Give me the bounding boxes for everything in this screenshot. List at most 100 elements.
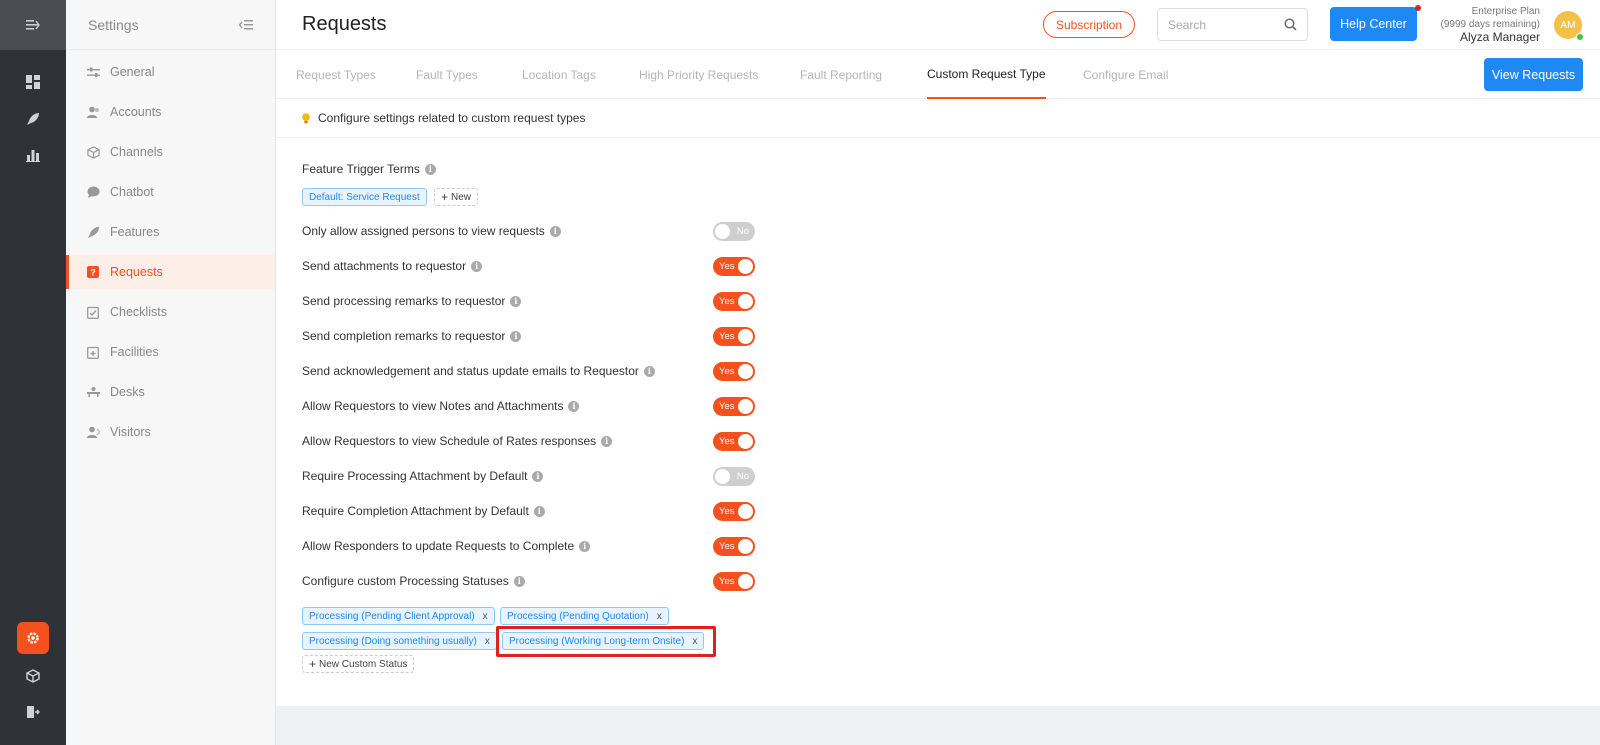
remove-status-icon[interactable]: x: [485, 636, 490, 647]
setting-label: Configure custom Processing Statuses i: [302, 574, 525, 588]
tab-configure-email[interactable]: Configure Email: [1083, 50, 1168, 99]
search-input[interactable]: Search: [1157, 8, 1308, 41]
info-icon[interactable]: i: [424, 163, 436, 175]
info-icon[interactable]: i: [510, 295, 522, 307]
tab-high-priority-requests[interactable]: High Priority Requests: [639, 50, 758, 99]
tab-custom-request-type[interactable]: Custom Request Type: [927, 50, 1046, 99]
tab-fault-reporting[interactable]: Fault Reporting: [800, 50, 882, 99]
toggle-state: No: [736, 226, 749, 237]
sidebar-item-general[interactable]: General: [66, 55, 275, 89]
dashboard-icon[interactable]: [21, 70, 45, 94]
logout-icon[interactable]: [21, 700, 45, 724]
analytics-icon[interactable]: [21, 143, 45, 167]
remove-status-icon[interactable]: x: [483, 611, 488, 622]
tab-request-types[interactable]: Request Types: [296, 50, 376, 99]
trigger-term-chip[interactable]: Default: Service Request: [302, 188, 427, 206]
sidebar-item-channels[interactable]: Channels: [66, 135, 275, 169]
sidebar-item-label: General: [110, 65, 155, 79]
sidebar-item-checklists[interactable]: Checklists: [66, 295, 275, 329]
user-name[interactable]: Alyza Manager: [1441, 31, 1540, 44]
info-icon[interactable]: i: [568, 400, 580, 412]
tab-fault-types[interactable]: Fault Types: [416, 50, 478, 99]
sidebar-item-label: Chatbot: [110, 185, 154, 199]
sidebar-item-chatbot[interactable]: Chatbot: [66, 175, 275, 209]
status-chip-label: Processing (Pending Quotation): [507, 610, 649, 622]
footer-band: [276, 706, 1600, 745]
toggle-switch[interactable]: Yes: [713, 292, 755, 311]
desk-icon: [86, 385, 100, 399]
search-icon[interactable]: [1284, 18, 1297, 31]
cube-icon[interactable]: [21, 664, 45, 688]
status-chip[interactable]: Processing (Pending Quotation) x: [500, 607, 669, 625]
info-icon[interactable]: i: [579, 540, 591, 552]
setting-text: Send acknowledgement and status update e…: [302, 364, 639, 378]
remove-status-icon[interactable]: x: [657, 611, 662, 622]
info-icon[interactable]: i: [532, 470, 544, 482]
sidebar-item-features[interactable]: Features: [66, 215, 275, 249]
collapse-sidebar-icon[interactable]: [239, 19, 253, 31]
view-requests-button[interactable]: View Requests: [1484, 58, 1583, 91]
visitor-icon: [86, 425, 100, 439]
info-icon[interactable]: i: [601, 435, 613, 447]
toggle-switch[interactable]: Yes: [713, 327, 755, 346]
sidebar-item-accounts[interactable]: Accounts: [66, 95, 275, 129]
subscription-button[interactable]: Subscription: [1043, 11, 1135, 38]
sidebar-item-requests[interactable]: ? Requests: [66, 255, 275, 289]
info-icon[interactable]: i: [471, 260, 483, 272]
toggle-switch[interactable]: No: [713, 222, 755, 241]
setting-label: Only allow assigned persons to view requ…: [302, 224, 561, 238]
sidebar-item-visitors[interactable]: Visitors: [66, 415, 275, 449]
new-custom-status-button[interactable]: + New Custom Status: [302, 655, 415, 673]
toggle-state: Yes: [719, 296, 735, 307]
toggle-switch[interactable]: Yes: [713, 572, 755, 591]
setting-text: Allow Responders to update Requests to C…: [302, 539, 575, 553]
setting-label: Require Processing Attachment by Default…: [302, 469, 544, 483]
sidebar-item-label: Visitors: [110, 425, 151, 439]
plan-name: Enterprise Plan: [1471, 6, 1540, 17]
sidebar-item-label: Accounts: [110, 105, 162, 119]
setting-text: Allow Requestors to view Schedule of Rat…: [302, 434, 597, 448]
toggle-knob: [738, 434, 753, 449]
toggle-knob: [715, 224, 730, 239]
toggle-knob: [738, 364, 753, 379]
help-center-button[interactable]: Help Center: [1330, 7, 1417, 41]
info-icon[interactable]: i: [510, 330, 522, 342]
toggle-switch[interactable]: Yes: [713, 362, 755, 381]
toggle-switch[interactable]: No: [713, 467, 755, 486]
sidebar-item-label: Features: [110, 225, 160, 239]
toggle-switch[interactable]: Yes: [713, 537, 755, 556]
svg-text:?: ?: [90, 268, 96, 278]
info-icon[interactable]: i: [643, 365, 655, 377]
plus-icon: +: [441, 190, 449, 204]
toggle-switch[interactable]: Yes: [713, 502, 755, 521]
setting-label: Allow Requestors to view Notes and Attac…: [302, 399, 580, 413]
sidebar-item-label: Requests: [110, 265, 163, 279]
settings-button[interactable]: [17, 622, 49, 654]
sidebar-title: Settings: [88, 16, 139, 33]
info-icon[interactable]: i: [533, 505, 545, 517]
rocket-icon[interactable]: [21, 107, 45, 131]
setting-label: Require Completion Attachment by Default…: [302, 504, 545, 518]
settings-sidebar: Settings General Accounts Channels Chatb…: [66, 0, 276, 745]
toggle-knob: [738, 399, 753, 414]
status-chip[interactable]: Processing (Pending Client Approval) x: [302, 607, 495, 625]
page-title: Requests: [302, 13, 387, 35]
users-icon: [86, 105, 100, 119]
sliders-icon: [86, 65, 100, 79]
info-icon[interactable]: i: [549, 225, 561, 237]
toggle-state: Yes: [719, 401, 735, 412]
toggle-state: Yes: [719, 261, 735, 272]
toggle-switch[interactable]: Yes: [713, 397, 755, 416]
menu-expand-button[interactable]: [0, 0, 66, 50]
toggle-switch[interactable]: Yes: [713, 432, 755, 451]
sidebar-item-desks[interactable]: Desks: [66, 375, 275, 409]
status-chip[interactable]: Processing (Doing something usually) x: [302, 632, 497, 650]
info-icon[interactable]: i: [513, 575, 525, 587]
tab-location-tags[interactable]: Location Tags: [522, 50, 596, 99]
add-trigger-term-button[interactable]: + New: [434, 188, 479, 206]
toggle-state: Yes: [719, 506, 735, 517]
toggle-switch[interactable]: Yes: [713, 257, 755, 276]
toggle-state: Yes: [719, 541, 735, 552]
sidebar-item-facilities[interactable]: Facilities: [66, 335, 275, 369]
toggle-knob: [715, 469, 730, 484]
